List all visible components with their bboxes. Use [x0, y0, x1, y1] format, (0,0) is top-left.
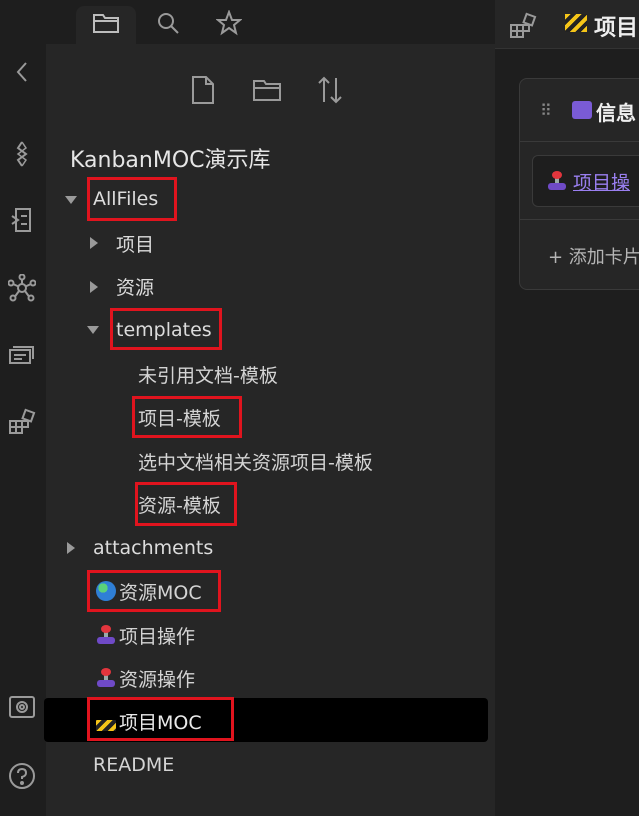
add-card-button[interactable]: + 添加卡片 [548, 243, 639, 269]
file-label: 选中文档相关资源项目-模板 [138, 451, 373, 474]
cards-icon[interactable] [8, 340, 36, 368]
annotation-box [135, 482, 237, 526]
file-readme[interactable]: README [93, 746, 174, 784]
file-template-unreferenced[interactable]: 未引用文档-模板 [138, 355, 278, 393]
editor-pane: 项目 ⠿ 信息 项目操 + 添加卡片 [495, 0, 639, 816]
vault-settings-icon[interactable] [8, 694, 36, 722]
search-icon[interactable] [151, 8, 185, 38]
file-label: 未引用文档-模板 [138, 364, 278, 387]
file-label: 项目操作 [119, 625, 196, 648]
blocks-icon[interactable] [8, 408, 36, 436]
folder-icon[interactable] [89, 8, 123, 38]
joystick-icon [96, 668, 116, 688]
folder-label: attachments [93, 537, 214, 559]
editor-tab-title: 项目 [594, 16, 639, 41]
annotation-box [132, 396, 242, 438]
annotation-box [87, 177, 177, 221]
folder-label: 资源 [116, 276, 155, 299]
sort-icon[interactable] [310, 72, 350, 108]
annotation-box [87, 697, 234, 741]
construction-icon [565, 14, 587, 32]
new-note-icon[interactable] [183, 72, 223, 108]
collapse-icon[interactable] [8, 58, 36, 86]
file-resource-ops[interactable]: 资源操作 [96, 659, 195, 697]
star-icon[interactable] [212, 8, 246, 38]
sidebar-tab-bar [46, 0, 495, 44]
drag-handle-icon[interactable]: ⠿ [540, 101, 552, 120]
chevron-right-icon[interactable] [67, 542, 75, 554]
note-switch-icon[interactable] [8, 206, 36, 234]
help-icon[interactable] [8, 762, 36, 790]
annotation-box [87, 570, 221, 612]
joystick-icon [547, 171, 567, 191]
folder-ziyuan[interactable]: 资源 [116, 267, 154, 305]
file-label: README [93, 754, 175, 776]
chevron-down-icon[interactable] [87, 326, 99, 334]
kanban-card[interactable]: 项目操 [532, 155, 639, 207]
folder-attachments[interactable]: attachments [93, 529, 213, 567]
left-ribbon [0, 0, 46, 816]
card-box-icon [572, 101, 592, 119]
editor-tab-header: 项目 [495, 0, 639, 49]
chevron-right-icon[interactable] [90, 237, 98, 249]
joystick-icon [96, 625, 116, 645]
graph-icon[interactable] [8, 274, 36, 302]
file-label: 资源操作 [119, 668, 196, 691]
blocks-icon[interactable] [509, 12, 537, 44]
new-folder-icon[interactable] [247, 72, 287, 108]
card-link[interactable]: 项目操 [573, 168, 630, 195]
chevron-down-icon[interactable] [65, 196, 77, 204]
file-template-selected-resources[interactable]: 选中文档相关资源项目-模板 [138, 442, 373, 480]
chevron-right-icon[interactable] [90, 281, 98, 293]
folder-xiangmu[interactable]: 项目 [116, 224, 154, 262]
vault-icon[interactable] [8, 140, 36, 168]
annotation-box [110, 308, 222, 350]
file-project-ops[interactable]: 项目操作 [96, 616, 195, 654]
folder-label: 项目 [116, 233, 155, 256]
kanban-lane: ⠿ 信息 项目操 + 添加卡片 [519, 78, 639, 290]
vault-title: KanbanMOC演示库 [70, 148, 271, 173]
lane-title: 信息 [596, 101, 636, 125]
